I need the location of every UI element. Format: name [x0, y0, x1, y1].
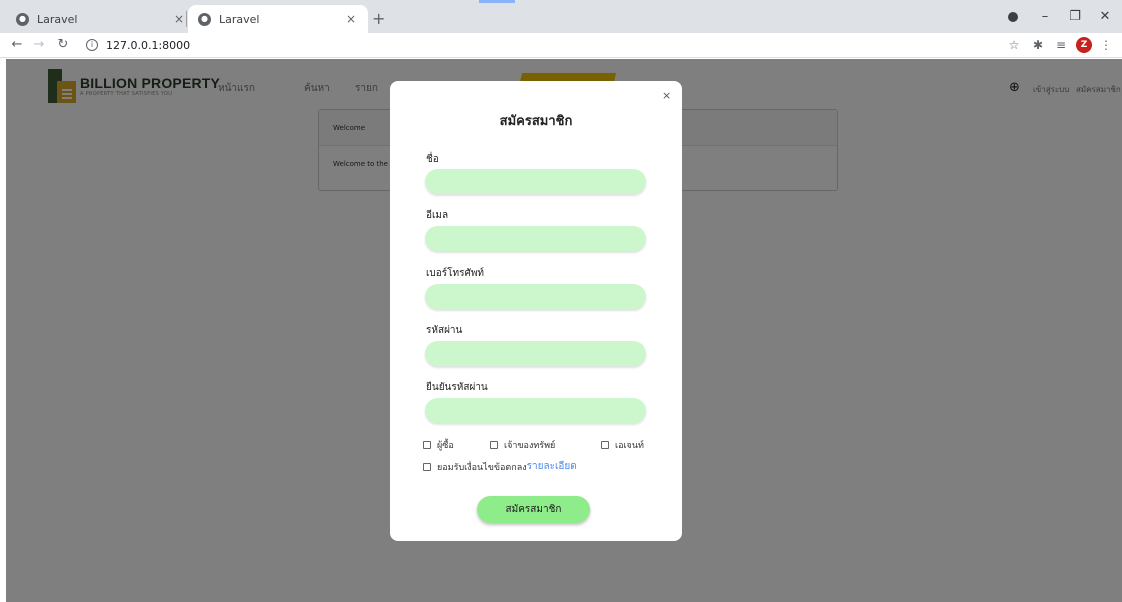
terms-checkbox[interactable]: ยอมรับเงื่อนไขข้อตกลง รายละเอียด: [423, 459, 577, 474]
modal-title: สมัครสมาชิก: [499, 114, 573, 129]
phone-field[interactable]: [425, 284, 646, 309]
confirm-password-label: ยืนยันรหัสผ่าน: [426, 382, 488, 393]
reload-icon[interactable]: ↻: [54, 35, 72, 55]
close-tab-icon[interactable]: ×: [344, 12, 358, 26]
register-submit-button[interactable]: สมัครสมาชิก: [477, 496, 590, 523]
name-field[interactable]: [425, 169, 646, 194]
phone-label: เบอร์โทรศัพท์: [426, 268, 485, 279]
role-buyer-label: ผู้ซื้อ: [437, 441, 454, 451]
globe-icon: ●: [16, 12, 29, 26]
role-owner-label: เจ้าของทรัพย์: [504, 441, 556, 451]
confirm-password-field[interactable]: [425, 398, 646, 423]
back-icon[interactable]: ←: [8, 35, 26, 55]
tab-2-title: Laravel: [219, 12, 260, 26]
name-label: ชื่อ: [426, 154, 439, 165]
close-window-icon[interactable]: ✕: [1091, 6, 1119, 28]
minimize-icon[interactable]: –: [1031, 6, 1059, 28]
checkbox-icon[interactable]: [423, 441, 431, 449]
tab-divider: [186, 11, 187, 27]
extensions-icon[interactable]: ✱: [1030, 37, 1046, 53]
tab-1[interactable]: ● Laravel ×: [6, 5, 196, 33]
tab-1-title: Laravel: [37, 12, 78, 26]
role-agent-label: เอเจนท์: [615, 441, 644, 451]
password-label: รหัสผ่าน: [426, 325, 463, 336]
tab-strip-indicator: [479, 0, 515, 3]
register-modal: × สมัครสมาชิก ชื่อ อีเมล เบอร์โทรศัพท์ ร…: [390, 81, 682, 541]
close-tab-icon[interactable]: ×: [172, 12, 186, 26]
tab-2[interactable]: ● Laravel ×: [188, 5, 368, 33]
menu-kebab-icon[interactable]: ⋮: [1098, 37, 1114, 53]
email-field[interactable]: [425, 226, 646, 251]
password-field[interactable]: [425, 341, 646, 366]
bookmark-star-icon[interactable]: ☆: [1006, 37, 1022, 53]
role-agent-checkbox[interactable]: เอเจนท์: [601, 438, 644, 452]
checkbox-icon[interactable]: [601, 441, 609, 449]
checkbox-icon[interactable]: [490, 441, 498, 449]
tab-strip: ● Laravel × ● Laravel × + – ❐ ✕: [0, 0, 1122, 33]
url-text: 127.0.0.1:8000: [106, 38, 191, 52]
terms-label: ยอมรับเงื่อนไขข้อตกลง: [437, 462, 527, 473]
browser-window: ● Laravel × ● Laravel × + – ❐ ✕ ← → ↻ i …: [0, 0, 1122, 602]
close-icon[interactable]: ×: [662, 89, 671, 102]
maximize-icon[interactable]: ❐: [1061, 6, 1089, 28]
checkbox-icon[interactable]: [423, 462, 431, 471]
role-buyer-checkbox[interactable]: ผู้ซื้อ: [423, 438, 454, 452]
page-viewport: BILLION PROPERTY A PROPERTY THAT SATISFI…: [6, 59, 1122, 602]
media-icon[interactable]: [1008, 12, 1018, 22]
globe-icon: ●: [198, 12, 211, 26]
email-label: อีเมล: [426, 210, 449, 221]
browser-toolbar: ← → ↻ i 127.0.0.1:8000 ☆ ✱ ≡ Z ⋮: [0, 33, 1122, 58]
role-owner-checkbox[interactable]: เจ้าของทรัพย์: [490, 438, 555, 452]
forward-icon[interactable]: →: [30, 35, 48, 55]
profile-avatar[interactable]: Z: [1076, 37, 1092, 53]
site-info-icon[interactable]: i: [86, 39, 98, 51]
new-tab-icon[interactable]: +: [372, 9, 385, 28]
terms-details-link[interactable]: รายละเอียด: [527, 459, 577, 474]
address-bar[interactable]: i 127.0.0.1:8000: [86, 35, 986, 55]
reading-list-icon[interactable]: ≡: [1053, 37, 1069, 53]
